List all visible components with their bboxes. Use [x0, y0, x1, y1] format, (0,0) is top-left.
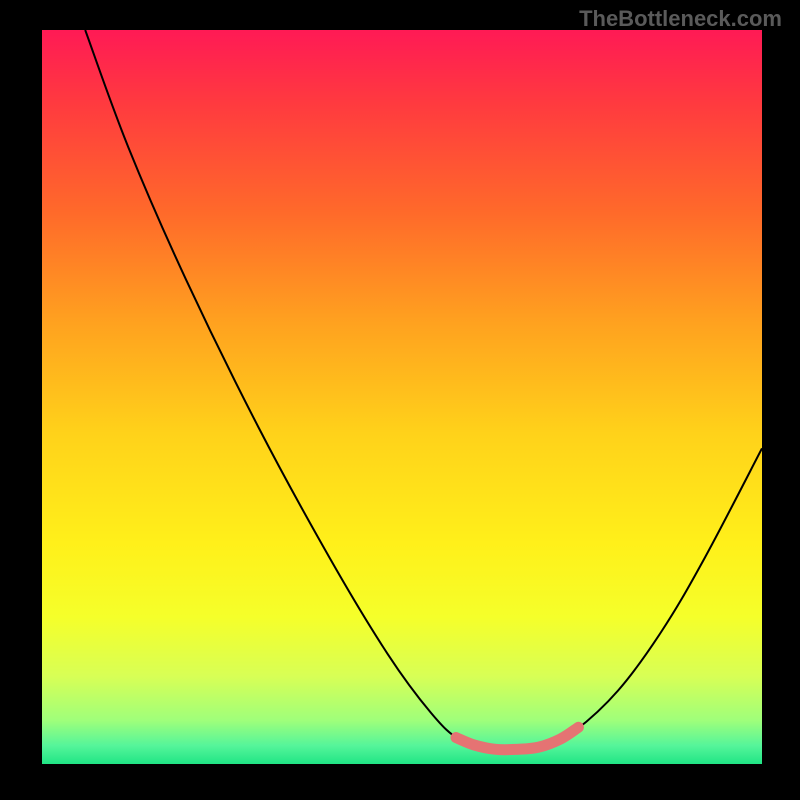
chart-svg: [42, 30, 762, 764]
watermark-text: TheBottleneck.com: [579, 6, 782, 32]
plot-area: [42, 30, 762, 764]
gradient-background: [42, 30, 762, 764]
chart-container: TheBottleneck.com: [0, 0, 800, 800]
